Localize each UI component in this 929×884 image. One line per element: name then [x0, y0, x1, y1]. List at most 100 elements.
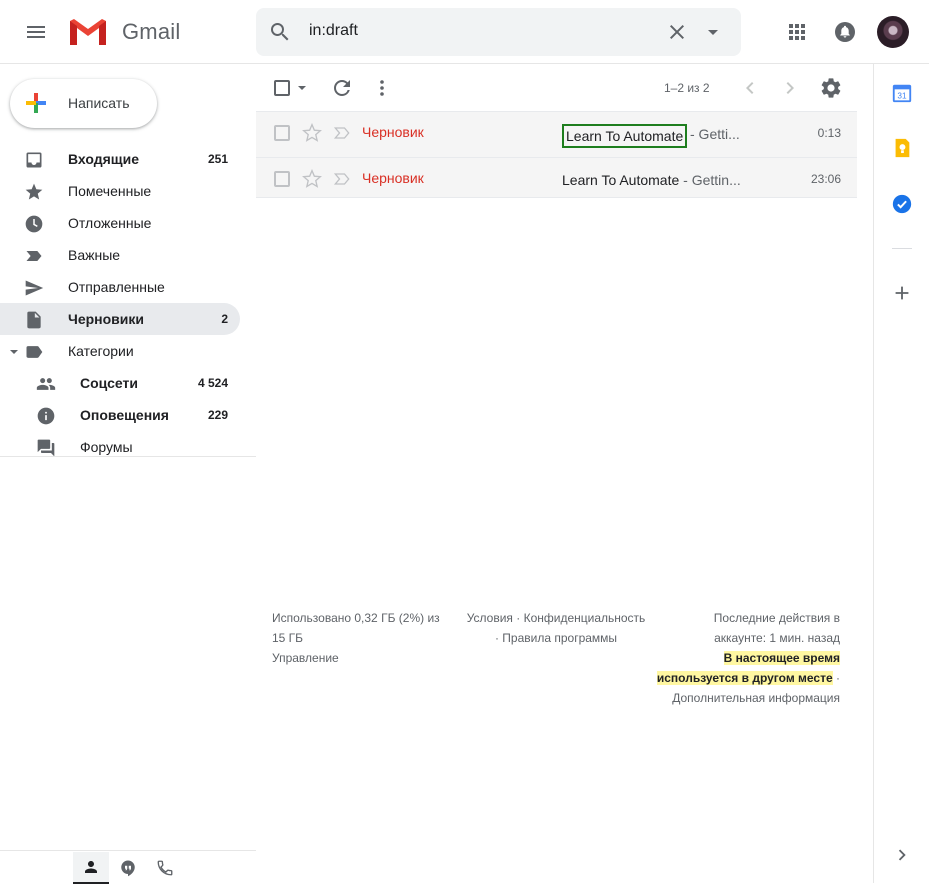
mail-sender: Черновик: [362, 124, 424, 140]
mail-subject: Learn To Automate: [566, 128, 684, 144]
pagination-range[interactable]: 1–2 из 2: [664, 81, 710, 95]
storage-info: Использовано 0,32 ГБ (2%) из 15 ГБ Управ…: [272, 608, 457, 668]
sidebar-item-label: Форумы: [80, 439, 133, 455]
clock-icon: [25, 215, 43, 233]
sidebar-item-label: Отправленные: [68, 279, 165, 295]
compose-plus-icon: [26, 93, 46, 113]
sidebar-item-count: 229: [207, 408, 228, 422]
sidebar-item-drafts[interactable]: Черновики 2: [0, 303, 240, 335]
account-avatar[interactable]: [877, 16, 909, 48]
main-menu-button[interactable]: [16, 12, 56, 52]
mail-toolbar: 1–2 из 2: [256, 64, 857, 112]
sidebar-item-inbox[interactable]: Входящие 251: [0, 143, 240, 175]
sidebar-item-label: Входящие: [68, 151, 139, 167]
notifications-bell-icon[interactable]: [833, 20, 857, 44]
refresh-icon[interactable]: [330, 76, 354, 100]
calendar-day-label: 31: [897, 92, 907, 101]
sidebar-item-label: Черновики: [68, 311, 145, 327]
sidebar-item-label: Помеченные: [68, 183, 152, 199]
mail-subject-line[interactable]: Learn To Automate: [562, 124, 688, 148]
select-all-checkbox[interactable]: [274, 80, 290, 96]
last-activity-time: аккаунте: 1 мин. назад: [714, 631, 840, 645]
sidebar-item-label: Отложенные: [68, 215, 152, 231]
mail-subject: Learn To Automate: [562, 172, 680, 188]
sidebar-divider: [0, 456, 256, 457]
sidebar-item-updates[interactable]: Оповещения 229: [0, 399, 240, 431]
more-vert-icon[interactable]: [370, 76, 394, 100]
mail-row[interactable]: Черновик Learn To Automate - Gettin... 2…: [256, 157, 857, 198]
mail-snippet: - Getti...: [690, 126, 740, 142]
apps-grid-icon[interactable]: [785, 20, 809, 44]
sidebar-item-label: Соцсети: [80, 375, 138, 391]
gmail-logo[interactable]: Gmail: [68, 16, 180, 48]
sidebar-item-label: Важные: [68, 247, 121, 263]
inbox-icon: [26, 152, 42, 168]
sidebar-item-count: 4 524: [197, 376, 228, 390]
keep-icon[interactable]: [891, 137, 913, 159]
select-options-caret-icon[interactable]: [296, 82, 308, 94]
in-use-notice: В настоящее время: [723, 651, 840, 665]
manage-storage-link[interactable]: Управление: [272, 648, 457, 668]
important-label-icon: [26, 251, 42, 261]
sidebar-item-snoozed[interactable]: Отложенные: [0, 207, 240, 239]
in-use-notice-cont: используется в другом месте: [656, 671, 833, 685]
compose-button[interactable]: Написать: [10, 79, 157, 128]
sidebar-item-count: 251: [207, 152, 228, 166]
add-addon-icon[interactable]: [891, 282, 913, 304]
details-link[interactable]: Дополнительная информация: [645, 688, 840, 708]
search-bar[interactable]: in:draft: [256, 8, 741, 56]
chevron-right-icon[interactable]: [778, 76, 802, 100]
sidebar-item-social[interactable]: Соцсети 4 524: [0, 367, 240, 399]
draft-file-icon: [27, 311, 41, 329]
mail-row[interactable]: Черновик Learn To Automate - Getti... 0:…: [256, 111, 857, 157]
importance-marker-icon[interactable]: [332, 123, 352, 143]
tab-calls[interactable]: [147, 852, 183, 884]
gear-icon[interactable]: [819, 76, 843, 100]
mail-time: 0:13: [817, 126, 841, 140]
clear-search-icon[interactable]: [665, 20, 689, 44]
legal-links: Условия · Конфиденциальность · Правила п…: [456, 608, 656, 648]
tasks-icon[interactable]: [891, 193, 913, 215]
sidebar-item-starred[interactable]: Помеченные: [0, 175, 240, 207]
info-icon: [37, 407, 55, 425]
calendar-icon[interactable]: 31: [891, 82, 913, 104]
tab-hangouts[interactable]: [110, 852, 146, 884]
sidebar-item-important[interactable]: Важные: [0, 239, 240, 271]
mail-list: Черновик Learn To Automate - Getti... 0:…: [256, 111, 857, 198]
sidebar-item-label: Категории: [68, 343, 134, 359]
mail-subject-line[interactable]: Learn To Automate - Gettin...: [562, 172, 741, 188]
sidebar-item-count: 2: [221, 312, 228, 326]
sidebar-nav: Входящие 251 Помеченные Отложенные Важны…: [0, 143, 256, 457]
search-options-icon[interactable]: [701, 20, 725, 44]
sidebar-item-categories[interactable]: Категории: [0, 335, 240, 367]
search-input[interactable]: in:draft: [309, 22, 358, 40]
importance-marker-icon[interactable]: [332, 169, 352, 189]
sidebar-item-forums[interactable]: Форумы: [0, 431, 240, 457]
side-panel-divider: [892, 248, 912, 249]
star-outline-icon[interactable]: [302, 123, 322, 143]
send-icon: [25, 280, 44, 296]
last-activity-line: Последние действия в: [713, 611, 840, 625]
phone-icon: [157, 860, 173, 876]
tab-contacts[interactable]: [73, 852, 109, 884]
caret-down-icon[interactable]: [8, 346, 20, 358]
terms-privacy-links[interactable]: Условия · Конфиденциальность: [456, 608, 656, 628]
star-outline-icon[interactable]: [302, 169, 322, 189]
person-icon: [85, 861, 97, 873]
chevron-left-icon[interactable]: [738, 76, 762, 100]
notice-separator: ·: [832, 671, 840, 685]
row-checkbox[interactable]: [274, 125, 290, 141]
mail-sender: Черновик: [362, 170, 424, 186]
storage-usage-line: Использовано 0,32 ГБ (2%) из: [272, 611, 440, 625]
row-checkbox[interactable]: [274, 171, 290, 187]
sidebar-item-sent[interactable]: Отправленные: [0, 271, 240, 303]
compose-label: Написать: [68, 95, 130, 111]
star-icon: [25, 183, 43, 200]
search-icon[interactable]: [268, 20, 292, 44]
program-policies-link[interactable]: · Правила программы: [456, 628, 656, 648]
people-icon: [36, 378, 56, 390]
sidebar-item-label: Оповещения: [80, 407, 169, 423]
expand-panel-icon[interactable]: [891, 844, 913, 866]
top-header: Gmail in:draft: [0, 0, 929, 64]
account-activity: Последние действия в аккаунте: 1 мин. на…: [645, 608, 840, 708]
